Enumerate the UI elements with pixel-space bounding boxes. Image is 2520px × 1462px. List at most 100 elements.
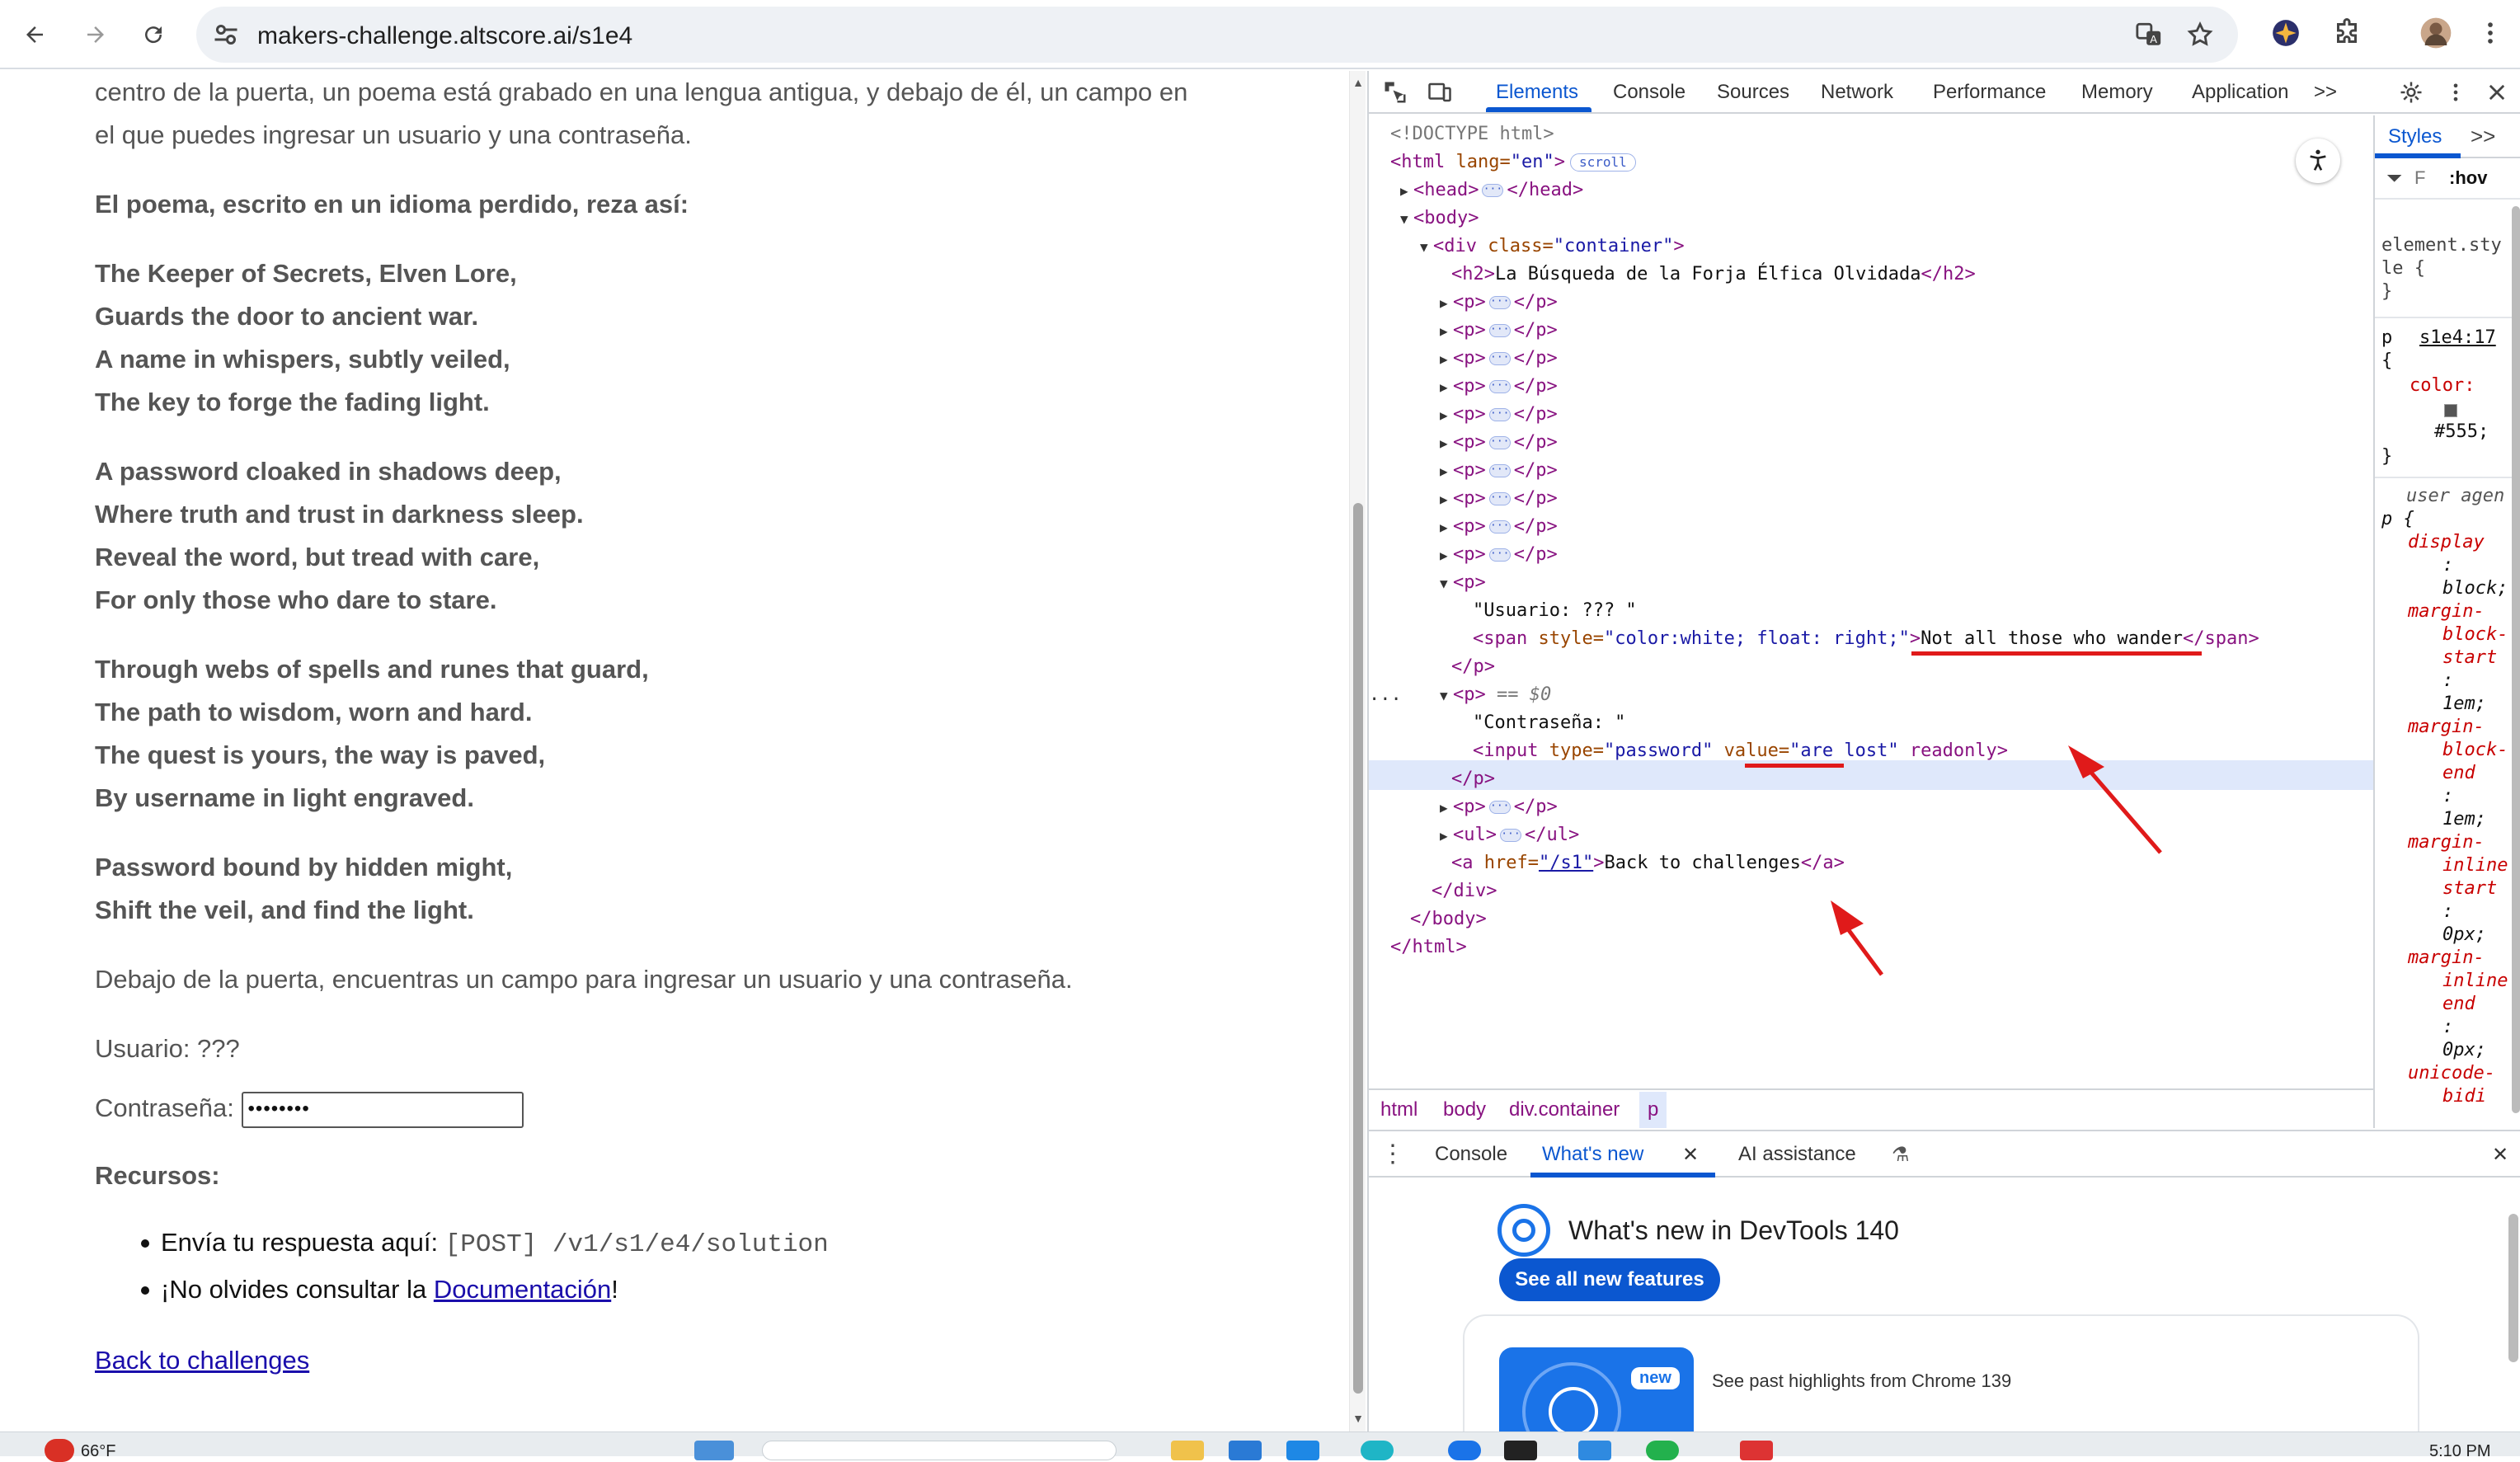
whatsapp-icon[interactable] bbox=[1646, 1441, 1679, 1460]
tab-network[interactable]: Network bbox=[1821, 81, 1893, 104]
css-value: 0px; bbox=[2442, 1040, 2486, 1060]
poem-line: Where truth and trust in darkness sleep. bbox=[95, 500, 584, 529]
filter-icon[interactable]: ⏷ bbox=[2386, 167, 2402, 190]
avatar[interactable] bbox=[2416, 13, 2456, 53]
highlights-card[interactable]: new See past highlights from Chrome 139 bbox=[1463, 1314, 2419, 1435]
tab-performance[interactable]: Performance bbox=[1933, 81, 2046, 104]
close-drawer-icon[interactable]: ✕ bbox=[2492, 1143, 2508, 1167]
styles-scrollbar[interactable] bbox=[2512, 206, 2520, 1113]
tab-styles[interactable]: Styles bbox=[2388, 125, 2442, 148]
back-link-row: Back to challenges bbox=[95, 1339, 309, 1382]
css-value: block; bbox=[2442, 578, 2508, 599]
poem-line: For only those who dare to stare. bbox=[95, 585, 497, 614]
settings-gear-icon[interactable] bbox=[2396, 78, 2426, 107]
css-property: inline bbox=[2442, 855, 2508, 876]
accessibility-icon[interactable] bbox=[2296, 139, 2340, 183]
list-item: ¡No olvides consultar la Documentación! bbox=[95, 1267, 829, 1312]
drawer-menu-icon[interactable]: ⋮ bbox=[1380, 1140, 1405, 1168]
url-text[interactable]: makers-challenge.altscore.ai/s1e4 bbox=[257, 22, 632, 50]
drawer-tab-ai-assistance[interactable]: AI assistance bbox=[1738, 1143, 1856, 1166]
start-icon[interactable] bbox=[694, 1441, 734, 1460]
css-property: margin- bbox=[2408, 601, 2485, 622]
inspect-element-icon[interactable] bbox=[1380, 78, 1410, 107]
menu-icon[interactable] bbox=[2471, 13, 2510, 53]
vscode-icon[interactable] bbox=[1578, 1441, 1611, 1460]
tab-console[interactable]: Console bbox=[1613, 81, 1685, 104]
css-value[interactable]: #555; bbox=[2434, 421, 2489, 444]
store-icon[interactable] bbox=[1286, 1441, 1319, 1460]
clock[interactable]: 5:10 PM bbox=[2429, 1442, 2490, 1461]
more-tabs-icon[interactable]: >> bbox=[2314, 81, 2337, 104]
highlights-text[interactable]: See past highlights from Chrome 139 bbox=[1712, 1370, 2011, 1392]
close-devtools-icon[interactable] bbox=[2482, 78, 2512, 107]
see-all-features-button[interactable]: See all new features bbox=[1499, 1258, 1720, 1301]
documentation-link[interactable]: Documentación bbox=[434, 1275, 611, 1304]
drawer-scrollbar[interactable] bbox=[2508, 1214, 2518, 1362]
elements-tree: <!DOCTYPE html> <html lang="en"> scroll ▶… bbox=[1369, 115, 2373, 1088]
breadcrumb-item[interactable]: div.container bbox=[1509, 1098, 1620, 1121]
weather-text[interactable]: 66°F bbox=[81, 1442, 115, 1461]
poem-line: The quest is yours, the way is paved, bbox=[95, 740, 546, 769]
css-property: unicode- bbox=[2408, 1063, 2495, 1084]
bookmark-star-icon[interactable] bbox=[2184, 18, 2217, 51]
password-label: Contraseña: bbox=[95, 1093, 234, 1122]
more-tabs-icon[interactable]: >> bbox=[2471, 124, 2495, 149]
breadcrumb-item[interactable]: body bbox=[1443, 1098, 1486, 1121]
page-scrollbar[interactable]: ▲ ▼ bbox=[1349, 71, 1366, 1431]
devtools-menu-icon[interactable] bbox=[2441, 78, 2471, 107]
scrollbar-thumb[interactable] bbox=[1353, 503, 1363, 1394]
css-property: start bbox=[2442, 878, 2498, 899]
poem-line: The path to wisdom, worn and hard. bbox=[95, 698, 533, 726]
css-property: margin- bbox=[2408, 832, 2485, 853]
file-explorer-icon[interactable] bbox=[1171, 1441, 1204, 1460]
css-property: block- bbox=[2442, 624, 2508, 645]
css-property: margin- bbox=[2408, 947, 2485, 968]
poem-line: Through webs of spells and runes that gu… bbox=[95, 655, 649, 684]
puzzle-icon[interactable] bbox=[2327, 13, 2367, 53]
back-to-challenges-link[interactable]: Back to challenges bbox=[95, 1346, 309, 1375]
filter-input[interactable]: F bbox=[2414, 167, 2425, 190]
css-property-color[interactable]: color: bbox=[2410, 374, 2475, 397]
weather-icon[interactable] bbox=[45, 1439, 74, 1462]
tab-elements[interactable]: Elements bbox=[1496, 81, 1578, 104]
device-toolbar-icon[interactable] bbox=[1425, 78, 1455, 107]
scroll-down-icon[interactable]: ▼ bbox=[1352, 1412, 1365, 1425]
back-icon[interactable] bbox=[13, 13, 56, 56]
tab-application[interactable]: Application bbox=[2192, 81, 2288, 104]
edge-icon[interactable] bbox=[1229, 1441, 1262, 1460]
element-style-selector: le { bbox=[2381, 258, 2425, 279]
hover-state-toggle[interactable]: :hov bbox=[2449, 167, 2487, 190]
poem-line: The Keeper of Secrets, Elven Lore, bbox=[95, 259, 517, 288]
css-property: end bbox=[2442, 763, 2475, 783]
breadcrumb: html body div.container p bbox=[1369, 1088, 2373, 1128]
password-input[interactable]: •••••••• bbox=[241, 1091, 524, 1128]
color-swatch[interactable] bbox=[2444, 404, 2457, 417]
forward-icon[interactable] bbox=[74, 13, 117, 56]
extension-icon[interactable] bbox=[2266, 13, 2306, 53]
tab-sources[interactable]: Sources bbox=[1717, 81, 1789, 104]
drawer-tab-whats-new[interactable]: What's new bbox=[1542, 1143, 1643, 1166]
devtools-drawer: ⋮ Console What's new ✕ AI assistance ⚗ ✕… bbox=[1369, 1130, 2520, 1435]
mail-icon[interactable] bbox=[1448, 1441, 1481, 1460]
resource-text: Envía tu respuesta aquí: bbox=[161, 1228, 445, 1257]
chrome-icon[interactable] bbox=[1361, 1441, 1394, 1460]
style-source-link[interactable]: s1e4:17 bbox=[2419, 327, 2496, 350]
close-tab-icon[interactable]: ✕ bbox=[1682, 1143, 1699, 1167]
tab-memory[interactable]: Memory bbox=[2081, 81, 2153, 104]
site-settings-icon[interactable] bbox=[211, 20, 241, 49]
scroll-up-icon[interactable]: ▲ bbox=[1352, 76, 1365, 89]
translate-icon[interactable]: A bbox=[2132, 18, 2165, 51]
reload-icon[interactable] bbox=[132, 13, 175, 56]
brace: { bbox=[2381, 350, 2393, 371]
breadcrumb-item[interactable]: html bbox=[1380, 1098, 1418, 1121]
terminal-icon[interactable] bbox=[1504, 1441, 1537, 1460]
user-agent-label: user agen bbox=[2406, 486, 2505, 506]
address-bar[interactable]: makers-challenge.altscore.ai/s1e4 A bbox=[196, 7, 2238, 63]
browser-toolbar: makers-challenge.altscore.ai/s1e4 A bbox=[0, 0, 2520, 69]
below-door-text: Debajo de la puerta, encuentras un campo… bbox=[95, 965, 1073, 994]
app-icon[interactable] bbox=[1740, 1441, 1773, 1460]
breadcrumb-item[interactable]: p bbox=[1639, 1092, 1667, 1128]
taskbar-search-input[interactable] bbox=[762, 1441, 1117, 1460]
drawer-tab-console[interactable]: Console bbox=[1435, 1143, 1507, 1166]
css-property: start bbox=[2442, 647, 2498, 668]
